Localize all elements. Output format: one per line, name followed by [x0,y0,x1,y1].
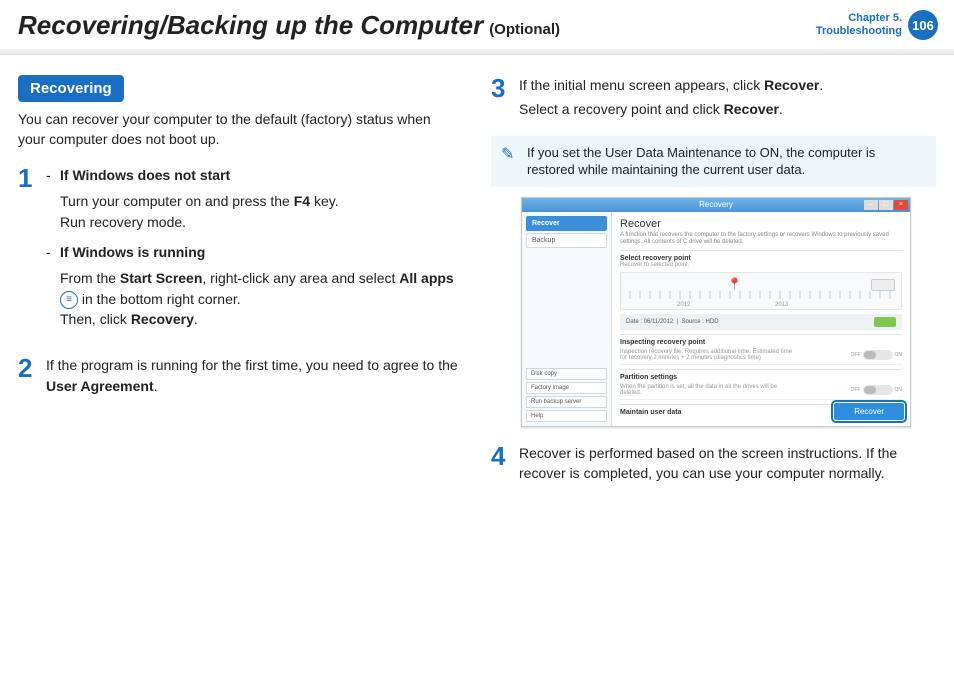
maximize-icon[interactable]: □ [879,200,893,210]
toggle-partition[interactable] [863,385,893,395]
timeline[interactable]: 📍 2012 2013 [620,272,902,310]
all-apps-icon: ≡ [60,291,78,309]
dash-icon: - [46,242,54,262]
step-body: Recover is performed based on the screen… [519,443,936,484]
info-row: Date : 06/11/2012 | Source : HDD [620,314,902,330]
sec3-label: Partition settings [620,374,902,381]
shot-main-desc: A function that recovers the computer to… [620,232,902,246]
timeline-zoom-button[interactable] [871,279,895,291]
case2-text: From the Start Screen, right-click any a… [60,268,463,329]
page-number-badge: 106 [908,10,938,40]
sec3-text: When the partition is set, all the data … [620,384,800,396]
year-2013: 2013 [775,302,788,308]
intro-text: You can recover your computer to the def… [18,110,438,149]
page-title: Recovering/Backing up the Computer [18,10,483,41]
step-number: 4 [491,443,511,484]
sec2-text: Inspection recovery file. Requires addit… [620,349,800,361]
minimize-icon[interactable]: – [864,200,878,210]
recover-button[interactable]: Recover [834,403,904,420]
case-windows-running: - If Windows is running From the Start S… [46,242,463,329]
case-windows-not-start: - If Windows does not start Turn your co… [46,165,463,232]
note-box: ✎ If you set the User Data Maintenance t… [491,136,936,187]
sidebar-item-help[interactable]: Help [526,410,607,422]
recovery-screenshot: Recovery – □ × Recover Backup Disk copy … [521,197,911,427]
close-icon[interactable]: × [894,200,908,210]
page-subtitle: (Optional) [489,21,560,38]
sec2-label: Inspecting recovery point [620,339,902,346]
sidebar-item-diskcopy[interactable]: Disk copy [526,368,607,380]
title-wrap: Recovering/Backing up the Computer (Opti… [18,10,560,41]
step-number: 2 [18,355,38,396]
case1-heading: If Windows does not start [60,165,230,185]
year-2012: 2012 [677,302,690,308]
shot-main-title: Recover [620,218,902,230]
step-body: - If Windows does not start Turn your co… [46,165,463,339]
sidebar-item-runbackup[interactable]: Run backup server [526,396,607,408]
step-body: If the initial menu screen appears, clic… [519,75,936,120]
toggle-inspecting[interactable] [863,350,893,360]
sec1-label: Select recovery point [620,255,902,262]
step-body: If the program is running for the first … [46,355,463,396]
right-column: 3 If the initial menu screen appears, cl… [491,75,936,499]
step-2: 2 If the program is running for the firs… [18,355,463,396]
sidebar-item-recover[interactable]: Recover [526,216,607,231]
case1-text: Turn your computer on and press the F4 k… [60,191,463,232]
section-heading-recovering: Recovering [18,75,124,102]
sidebar-item-factory[interactable]: Factory image [526,382,607,394]
shot-sidebar: Recover Backup Disk copy Factory image R… [522,212,612,426]
pin-icon: 📍 [727,277,742,291]
section-partition: Partition settings When the partition is… [620,369,902,400]
shot-window-title: Recovery [699,200,733,209]
shot-main: Recover A function that recovers the com… [612,212,910,426]
step-1: 1 - If Windows does not start Turn your … [18,165,463,339]
source-button[interactable] [874,317,896,327]
chapter-text: Chapter 5. Troubleshooting [816,12,902,38]
section-inspecting: Inspecting recovery point Inspection rec… [620,334,902,365]
left-column: Recovering You can recover your computer… [18,75,463,499]
step-4: 4 Recover is performed based on the scre… [491,443,936,484]
section-select-recovery-point: Select recovery point Recover to selecte… [620,250,902,330]
window-buttons: – □ × [864,200,908,210]
shot-body: Recover Backup Disk copy Factory image R… [522,212,910,426]
note-text: If you set the User Data Maintenance to … [527,144,926,179]
chapter-line2: Troubleshooting [816,25,902,38]
case2-heading: If Windows is running [60,242,205,262]
sidebar-item-backup[interactable]: Backup [526,233,607,248]
step-number: 3 [491,75,511,120]
timeline-track [629,291,893,299]
shot-titlebar: Recovery – □ × [522,198,910,212]
chapter-line1: Chapter 5. [816,12,902,25]
sec1-sub: Recover to selected point. [620,262,902,268]
content: Recovering You can recover your computer… [0,55,954,499]
note-icon: ✎ [501,144,519,166]
step-number: 1 [18,165,38,339]
chapter-wrap: Chapter 5. Troubleshooting 106 [816,10,938,40]
page-header: Recovering/Backing up the Computer (Opti… [0,0,954,41]
step-3: 3 If the initial menu screen appears, cl… [491,75,936,120]
dash-icon: - [46,165,54,185]
